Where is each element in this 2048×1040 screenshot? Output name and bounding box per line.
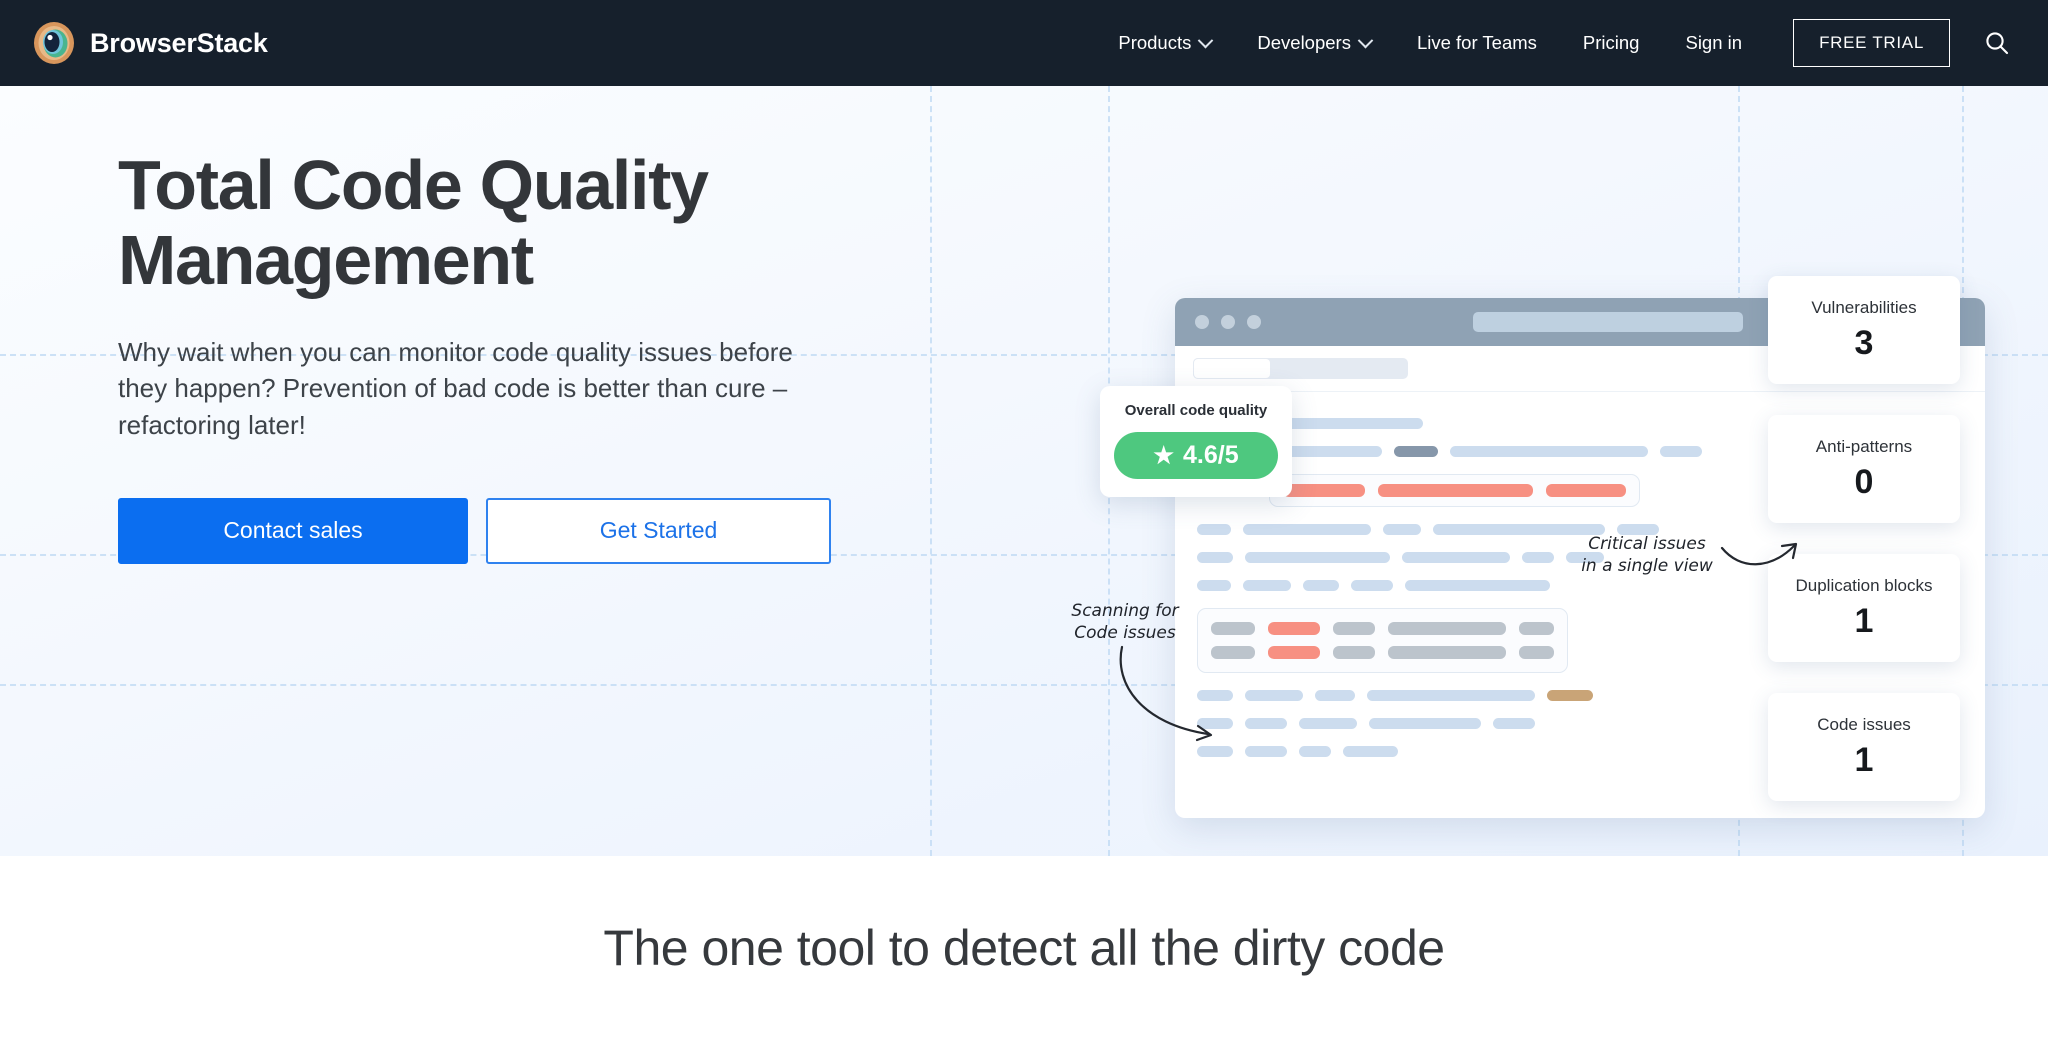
get-started-button[interactable]: Get Started [486,497,831,564]
code-token [1243,524,1371,535]
code-token [1383,524,1421,535]
code-token [1197,524,1231,535]
duplication-highlight-box [1197,608,1568,673]
code-token [1394,446,1438,457]
primary-nav: Products Developers Live for Teams Prici… [1095,19,2020,67]
code-token [1367,690,1535,701]
issue-token [1283,484,1365,497]
code-token [1343,746,1398,757]
metric-label: Vulnerabilities [1811,297,1917,317]
dup-token-issue [1268,622,1320,635]
code-token [1450,446,1648,457]
code-token [1271,418,1423,429]
code-token [1245,552,1390,563]
code-token [1245,690,1303,701]
dup-token-issue [1268,646,1320,659]
chevron-down-icon [1357,32,1374,48]
metric-label: Duplication blocks [1795,575,1933,595]
metric-label: Code issues [1817,714,1911,734]
metric-value: 1 [1854,740,1874,779]
chevron-down-icon [1198,32,1214,48]
metric-value: 1 [1854,601,1874,640]
nav-label: Pricing [1582,32,1640,53]
metric-card-anti-patterns: Anti-patterns 0 [1768,415,1960,523]
nav-label: Developers [1257,32,1351,53]
code-token [1197,552,1233,563]
annotation-scanning: Scanning for Code issues [1071,601,1179,643]
code-token [1299,718,1357,729]
nav-label: Products [1118,32,1192,53]
code-token-warning [1547,690,1593,701]
overall-code-quality-card: Overall code quality ★ 4.6/5 [1100,386,1292,497]
features-intro-section: The one tool to detect all the dirty cod… [0,856,2048,1040]
metric-label: Anti-patterns [1815,436,1913,456]
dup-token [1388,646,1506,659]
window-dot-icon [1247,315,1261,329]
dup-token [1333,646,1375,659]
hero-section: Total Code Quality Management Why wait w… [0,86,2048,856]
code-token [1303,580,1339,591]
dup-token [1519,622,1554,635]
brand-name: BrowserStack [90,27,268,58]
code-token [1660,446,1702,457]
duplication-row [1211,622,1554,635]
code-token [1197,580,1231,591]
metric-value: 0 [1854,462,1874,501]
browserstack-eye-icon [34,22,74,64]
rating-score-pill: ★ 4.6/5 [1114,432,1278,479]
mock-active-tab [1193,358,1271,379]
issue-token [1378,484,1533,497]
metric-value: 3 [1854,323,1874,362]
nav-label: Sign in [1685,32,1743,53]
window-dot-icon [1221,315,1235,329]
metric-card-code-issues: Code issues 1 [1768,693,1960,801]
section-title: The one tool to detect all the dirty cod… [603,920,1445,976]
code-token [1243,580,1291,591]
dup-token [1388,622,1506,635]
code-token [1522,552,1554,563]
nav-item-developers[interactable]: Developers [1234,22,1394,64]
code-token [1405,580,1550,591]
nav-item-products[interactable]: Products [1095,22,1234,64]
cta-row: Contact sales Get Started [118,497,938,564]
code-token [1351,580,1393,591]
code-token [1402,552,1510,563]
mock-url-bar [1473,312,1743,332]
code-token [1315,690,1355,701]
code-token [1369,718,1481,729]
metric-card-vulnerabilities: Vulnerabilities 3 [1768,276,1960,384]
contact-sales-button[interactable]: Contact sales [118,497,468,564]
window-dot-icon [1195,315,1209,329]
rating-score: 4.6/5 [1183,441,1239,469]
issue-highlight-box [1269,474,1640,507]
hero-subtitle: Why wait when you can monitor code quali… [118,336,793,441]
rating-label: Overall code quality [1124,402,1268,419]
dup-token [1211,622,1255,635]
code-token [1493,718,1535,729]
brand-logo-link[interactable]: BrowserStack [32,21,268,65]
nav-label: Live for Teams [1416,32,1537,53]
curved-arrow-down-right-icon [1119,645,1213,742]
page-title: Total Code Quality Management [118,146,709,299]
duplication-row [1211,646,1554,659]
mock-tab-group [1193,358,1408,379]
dup-token [1519,646,1554,659]
dup-token [1333,622,1375,635]
top-navigation-bar: BrowserStack Products Developers Live fo… [0,0,2048,86]
issue-token [1546,484,1626,497]
search-button[interactable] [1980,26,2014,60]
code-token [1245,718,1287,729]
nav-item-live-for-teams[interactable]: Live for Teams [1394,22,1560,64]
free-trial-button[interactable]: FREE TRIAL [1793,19,1950,67]
nav-item-pricing[interactable]: Pricing [1560,22,1663,64]
annotation-critical-issues: Critical issues in a single view [1581,534,1713,576]
hero-content: Total Code Quality Management Why wait w… [118,148,938,564]
star-icon: ★ [1153,442,1174,468]
code-token [1299,746,1331,757]
curved-arrow-right-icon [1720,542,1798,566]
nav-item-sign-in[interactable]: Sign in [1662,22,1765,64]
search-icon [1986,32,2009,55]
code-token [1245,746,1287,757]
